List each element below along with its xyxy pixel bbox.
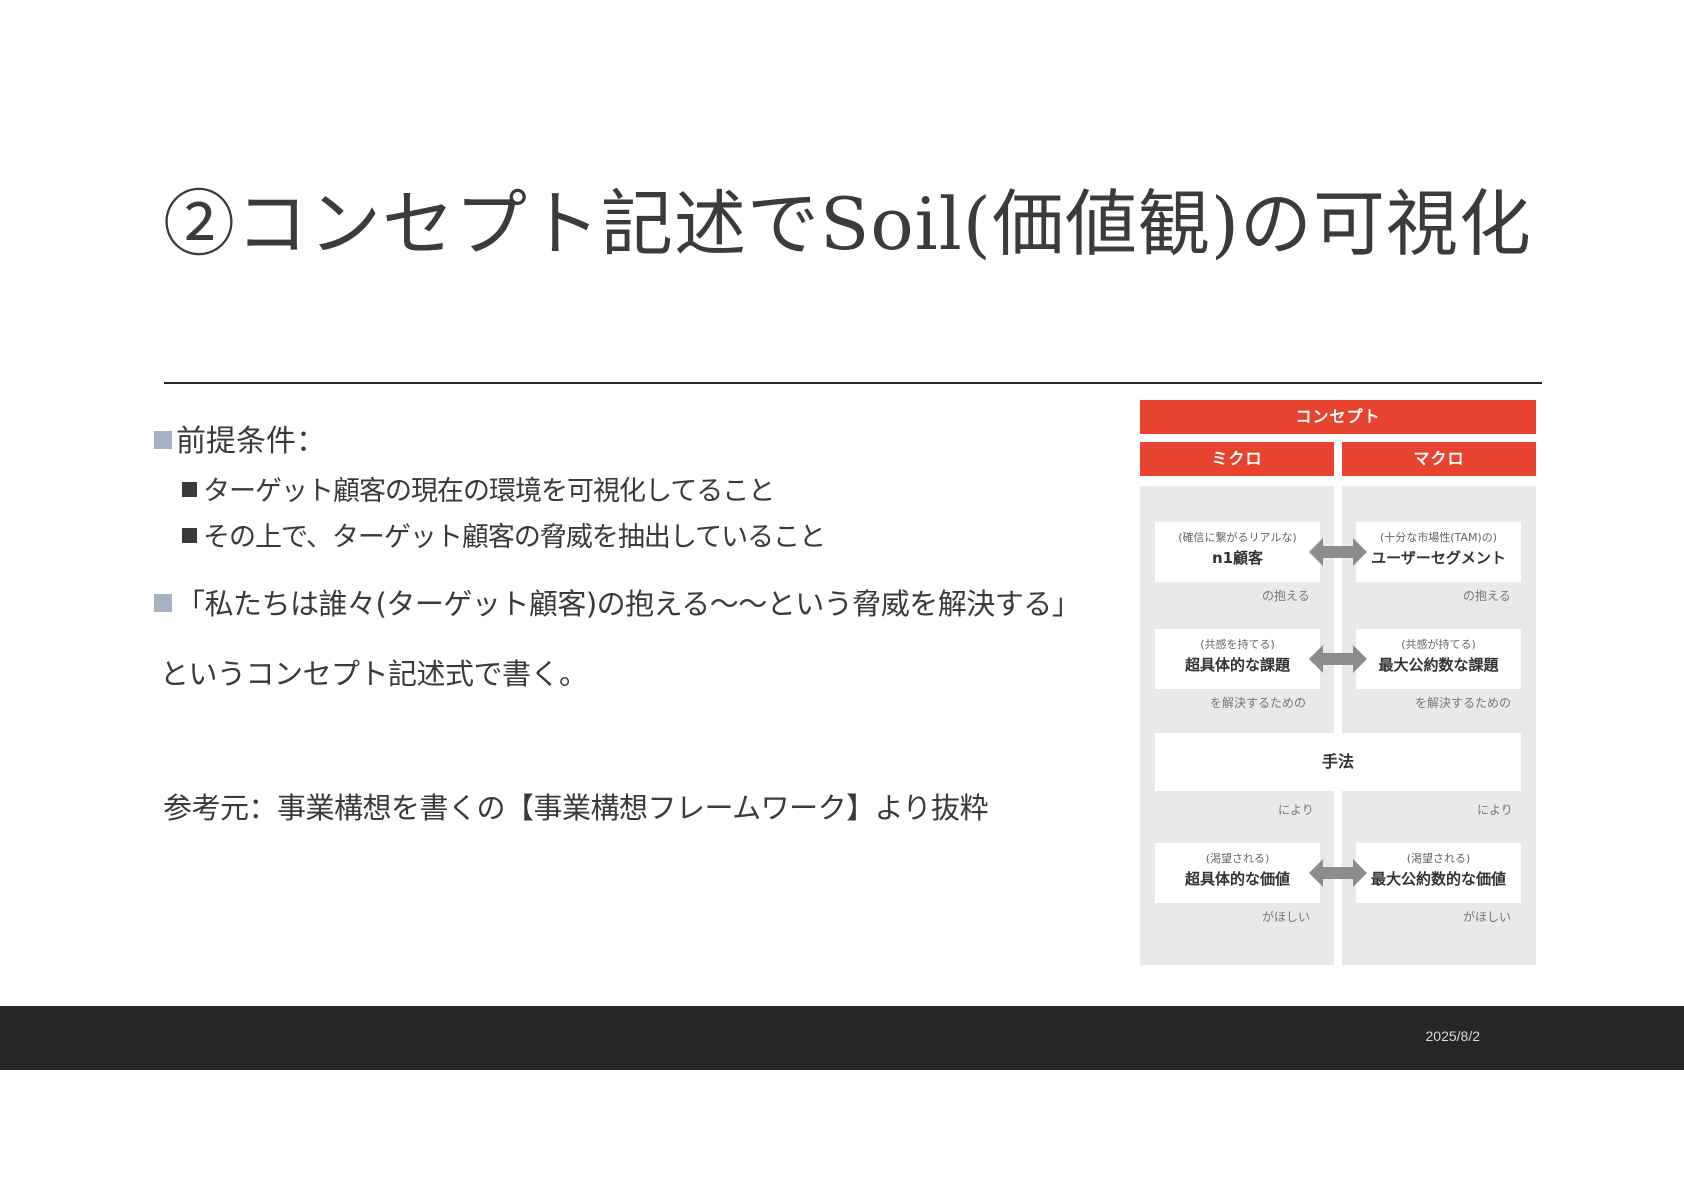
macro-card-problem: (共感が持てる) 最大公約数な課題 xyxy=(1356,629,1521,689)
bullet-square-icon xyxy=(154,431,172,449)
row-suffix: を解決するための xyxy=(1415,696,1512,710)
premise-item: ターゲット顧客の現在の環境を可視化してること xyxy=(182,472,775,512)
method-suffix: により xyxy=(1477,803,1513,817)
card-title: 超具体的な価値 xyxy=(1184,870,1290,888)
formula-note: というコンセプト記述式で書く。 xyxy=(160,657,588,691)
premise-heading-text: 前提条件： xyxy=(176,424,326,459)
micro-card-value: (渇望される) 超具体的な価値 xyxy=(1155,843,1320,903)
card-title: ユーザーセグメント xyxy=(1371,549,1506,567)
slide-title: ②コンセプト記述でSoil(価値観)の可視化 xyxy=(163,182,1532,266)
card-subtext: (共感が持てる) xyxy=(1401,638,1476,651)
bullet-square-icon xyxy=(182,528,197,543)
card-title: 超具体的な課題 xyxy=(1184,656,1290,674)
formula-text: 「私たちは誰々(ターゲット顧客)の抱える～～という脅威を解決する」 xyxy=(176,587,1081,621)
footer-date: 2025/8/2 xyxy=(1425,1028,1481,1044)
row-suffix: がほしい xyxy=(1463,910,1512,924)
card-subtext: (共感を持てる) xyxy=(1200,638,1275,651)
card-subtext: (渇望される) xyxy=(1406,852,1471,865)
row-suffix: がほしい xyxy=(1262,910,1311,924)
micro-card-customer: (確信に繋がるリアルな) n1顧客 xyxy=(1155,522,1320,582)
formula-bullet: 「私たちは誰々(ターゲット顧客)の抱える～～という脅威を解決する」 xyxy=(154,582,1081,626)
card-subtext: (十分な市場性(TAM)の) xyxy=(1379,531,1498,544)
diagram-header: コンセプト xyxy=(1140,400,1536,434)
card-title: 最大公約数的な価値 xyxy=(1370,870,1506,888)
premise-item-text: その上で、ターゲット顧客の脅威を抽出していること xyxy=(203,522,826,553)
card-subtext: (確信に繋がるリアルな) xyxy=(1178,531,1297,544)
micro-card-problem: (共感を持てる) 超具体的な課題 xyxy=(1155,629,1320,689)
title-divider xyxy=(164,382,1542,384)
card-title: n1顧客 xyxy=(1211,549,1264,567)
double-arrow-icon xyxy=(1309,859,1367,887)
footer-bar: 2025/8/2 xyxy=(0,1006,1684,1070)
method-suffix: により xyxy=(1278,803,1314,817)
method-box: 手法 xyxy=(1155,733,1521,791)
double-arrow-icon xyxy=(1309,645,1367,673)
row-suffix: の抱える xyxy=(1262,589,1310,603)
macro-label: マクロ xyxy=(1342,442,1536,476)
concept-diagram: コンセプト ミクロ マクロ (確信に繋がるリアルな) n1顧客 (十分な市場性(… xyxy=(1140,400,1536,965)
reference-text: 参考元：事業構想を書くの【事業構想フレームワーク】より抜粋 xyxy=(163,791,989,825)
premise-item-text: ターゲット顧客の現在の環境を可視化してること xyxy=(203,476,775,507)
micro-label: ミクロ xyxy=(1140,442,1334,476)
row-suffix: の抱える xyxy=(1463,589,1511,603)
macro-card-value: (渇望される) 最大公約数的な価値 xyxy=(1356,843,1521,903)
card-title: 最大公約数な課題 xyxy=(1378,656,1499,674)
bullet-square-icon xyxy=(154,594,172,612)
double-arrow-icon xyxy=(1309,538,1367,566)
premise-item: その上で、ターゲット顧客の脅威を抽出していること xyxy=(182,518,826,558)
macro-card-segment: (十分な市場性(TAM)の) ユーザーセグメント xyxy=(1356,522,1521,582)
premise-heading: 前提条件： xyxy=(154,420,326,464)
bullet-square-icon xyxy=(182,482,197,497)
row-suffix: を解決するための xyxy=(1210,696,1307,710)
card-subtext: (渇望される) xyxy=(1205,852,1270,865)
